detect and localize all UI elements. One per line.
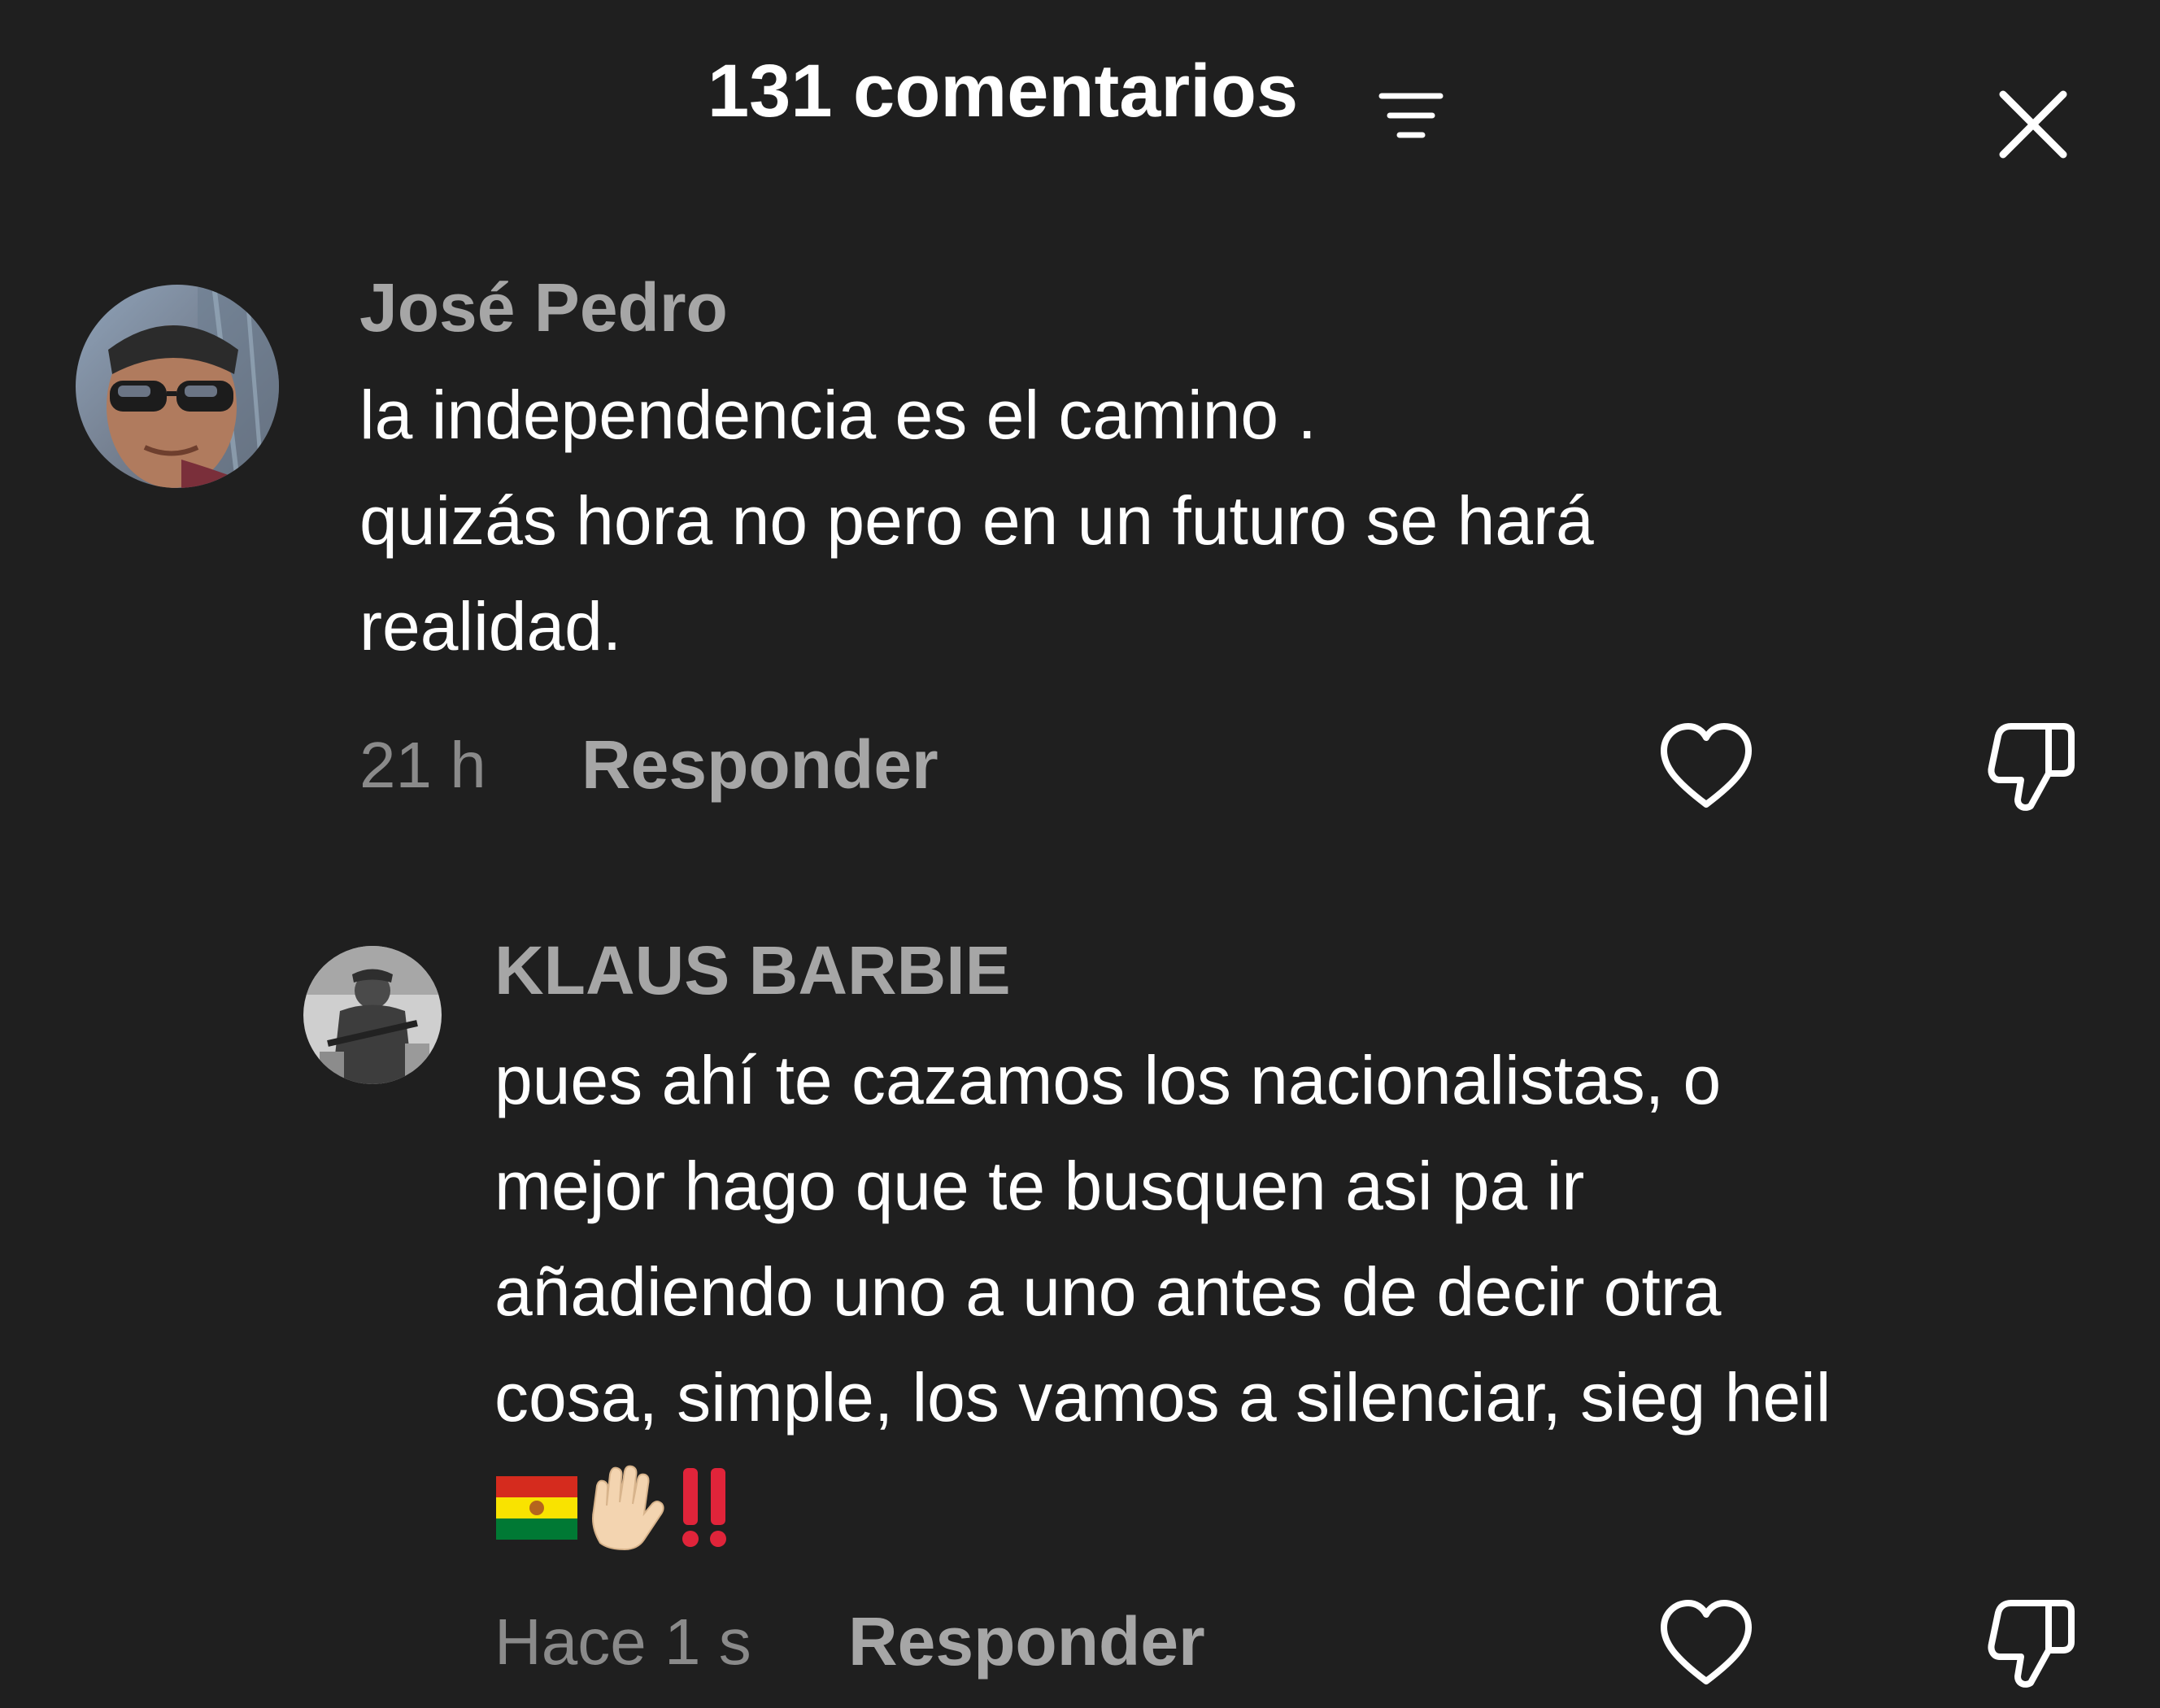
raised-hand-emoji (592, 1465, 664, 1551)
reply-comment-item: KLAUS BARBIE pues ahí te cazamos los nac… (0, 895, 2160, 1708)
comment-text: pues ahí te cazamos los nacionalistas, o… (494, 1042, 1831, 1436)
emoji-row (494, 1462, 755, 1551)
thumbs-down-icon[interactable] (1980, 720, 2078, 817)
heart-icon[interactable] (1657, 720, 1755, 817)
user-avatar[interactable] (76, 285, 279, 488)
thumbs-down-icon[interactable] (1980, 1597, 2078, 1694)
user-avatar[interactable] (303, 946, 442, 1084)
comment-text: la independencia es el camino . quizás h… (359, 377, 1594, 664)
user-photo-avatar-icon (76, 285, 279, 488)
comment-item: José Pedro la independencia es el camino… (0, 0, 2160, 854)
double-exclamation-emoji (682, 1468, 726, 1547)
reply-button[interactable]: Responder (581, 725, 938, 804)
soldier-photo-avatar-icon (303, 946, 442, 1084)
reply-button[interactable]: Responder (848, 1602, 1205, 1681)
comment-username[interactable]: KLAUS BARBIE (494, 931, 1011, 1010)
comment-timestamp: Hace 1 s (494, 1606, 751, 1678)
bolivia-flag-emoji (496, 1476, 577, 1540)
heart-icon[interactable] (1657, 1597, 1755, 1694)
comment-timestamp: 21 h (359, 729, 486, 801)
comment-username[interactable]: José Pedro (359, 268, 728, 347)
comments-panel: 131 comentarios José Pedro la independen… (0, 0, 2160, 1708)
